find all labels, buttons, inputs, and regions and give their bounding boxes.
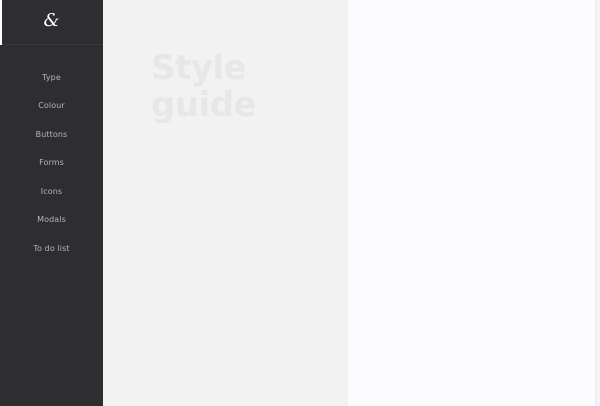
sidebar-item-label: Type	[42, 72, 61, 82]
ampersand-logo-icon: &	[43, 10, 60, 31]
sidebar-nav: Type Colour Buttons Forms Icons Modals T…	[0, 63, 103, 263]
sidebar-item-forms[interactable]: Forms	[0, 149, 103, 178]
sidebar-item-label: Colour	[38, 101, 65, 111]
hero-panel: Style guide	[103, 0, 348, 406]
vertical-scrollbar[interactable]	[595, 0, 600, 406]
sidebar-item-modals[interactable]: Modals	[0, 206, 103, 235]
sidebar-item-label: To do list	[33, 243, 70, 253]
sidebar-item-to-do-list[interactable]: To do list	[0, 234, 103, 263]
sidebar-item-label: Icons	[40, 186, 63, 196]
sidebar-item-type[interactable]: Type	[0, 63, 103, 92]
sidebar-item-label: Modals	[37, 215, 66, 225]
sidebar-item-label: Buttons	[35, 129, 68, 139]
logo-active-indicator	[0, 0, 2, 45]
sidebar-item-buttons[interactable]: Buttons	[0, 120, 103, 149]
sidebar-item-icons[interactable]: Icons	[0, 177, 103, 206]
sidebar: & Type Colour Buttons Forms Icons Modals…	[0, 0, 103, 406]
sidebar-item-label: Forms	[39, 158, 64, 168]
sidebar-item-colour[interactable]: Colour	[0, 92, 103, 121]
page-title: Style guide	[151, 48, 257, 125]
content-panel	[348, 0, 600, 406]
app-window: & Type Colour Buttons Forms Icons Modals…	[0, 0, 600, 406]
logo-container[interactable]: &	[0, 0, 103, 45]
